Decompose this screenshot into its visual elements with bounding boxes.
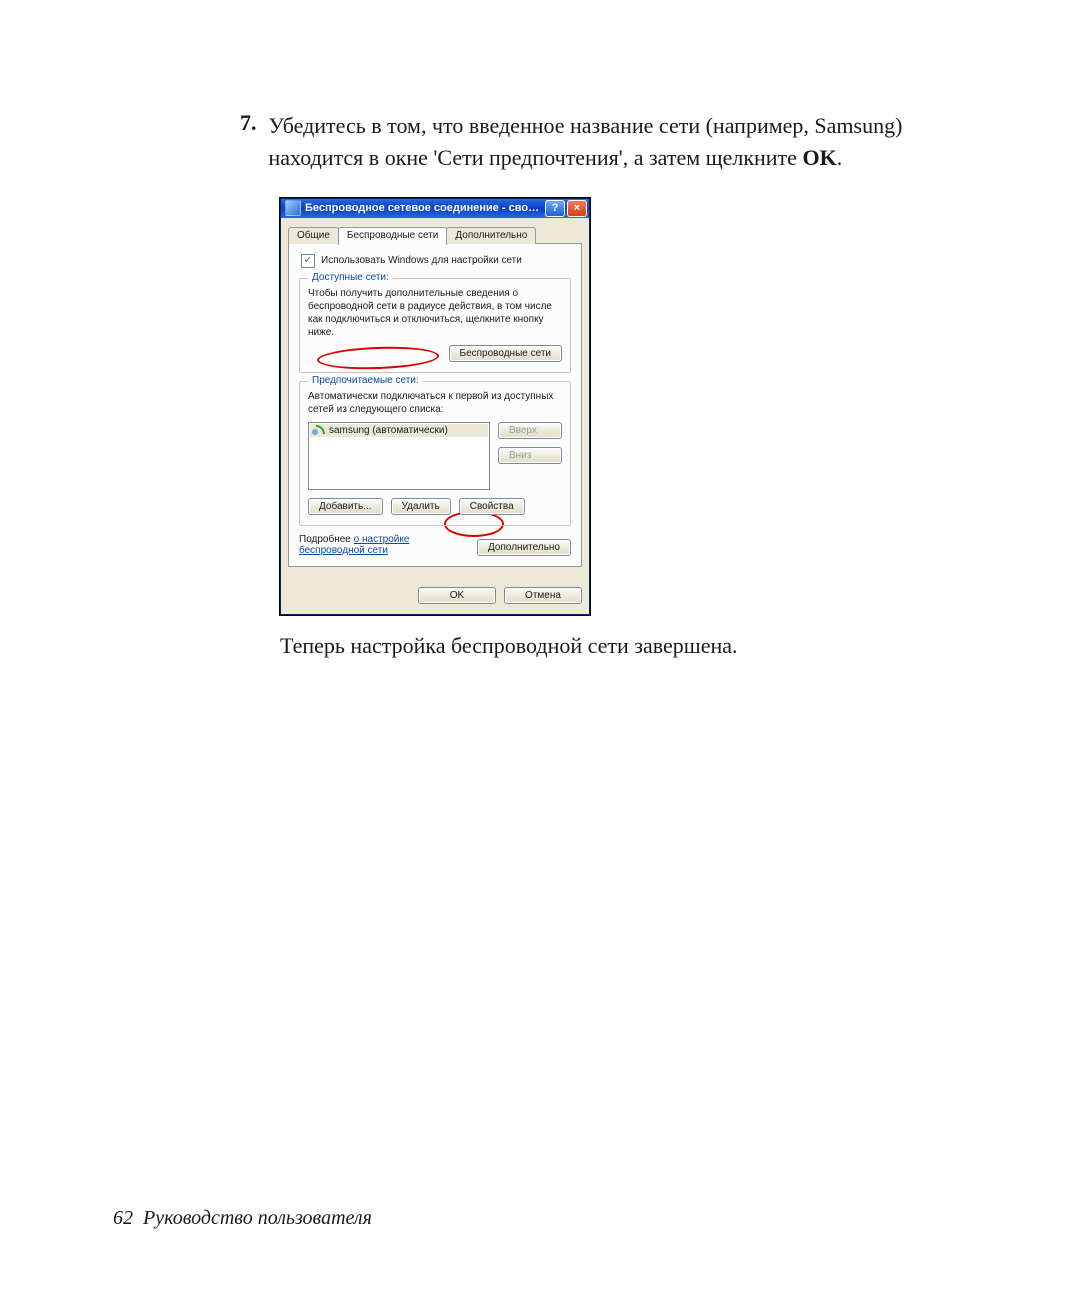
dialog-titlebar: Беспроводное сетевое соединение - свой..…: [281, 199, 589, 218]
document-page: 7. Убедитесь в том, что введенное назван…: [0, 0, 1080, 1309]
step-number: 7.: [240, 110, 257, 136]
tab-panel-wireless: ✓ Использовать Windows для настройки сет…: [288, 243, 582, 567]
move-down-button[interactable]: Вниз: [498, 447, 562, 464]
wireless-icon: [285, 200, 301, 216]
view-wireless-networks-button[interactable]: Беспроводные сети: [449, 345, 562, 362]
available-networks-fieldset: Доступные сети: Чтобы получить дополните…: [299, 278, 571, 373]
list-item-label: samsung (автоматически): [329, 425, 448, 436]
dialog-body: Общие Беспроводные сети Дополнительно ✓ …: [281, 218, 589, 577]
list-item[interactable]: samsung (автоматически): [310, 424, 488, 437]
wireless-properties-dialog: Беспроводное сетевое соединение - свой..…: [280, 198, 590, 615]
closing-text: Теперь настройка беспроводной сети завер…: [280, 633, 990, 659]
tab-advanced[interactable]: Дополнительно: [446, 227, 536, 244]
checkbox-icon[interactable]: ✓: [301, 254, 315, 268]
advanced-link-row: Подробнее о настройке беспроводной сети …: [299, 534, 571, 556]
step-text-c: .: [837, 145, 843, 170]
preferred-text: Автоматически подключаться к первой из д…: [308, 390, 562, 416]
dialog-title: Беспроводное сетевое соединение - свой..…: [305, 202, 543, 214]
cancel-button[interactable]: Отмена: [504, 587, 582, 604]
step-text: Убедитесь в том, что введенное название …: [269, 110, 991, 174]
available-text: Чтобы получить дополнительные сведения о…: [308, 287, 562, 339]
pref-action-buttons: Добавить... Удалить Свойства: [308, 498, 562, 515]
available-legend: Доступные сети:: [308, 272, 393, 283]
step-7: 7. Убедитесь в том, что введенное назван…: [240, 110, 990, 174]
footer-label: Руководство пользователя: [143, 1207, 372, 1229]
screenshot-dialog-wrap: Беспроводное сетевое соединение - свой..…: [280, 198, 990, 615]
dialog-footer: OK Отмена: [281, 577, 589, 614]
tab-general[interactable]: Общие: [288, 227, 339, 244]
learn-more-text: Подробнее о настройке беспроводной сети: [299, 534, 477, 556]
properties-button[interactable]: Свойства: [459, 498, 525, 515]
preferred-row: samsung (автоматически) Вверх Вниз: [308, 422, 562, 490]
move-buttons: Вверх Вниз: [498, 422, 562, 464]
page-number: 62: [113, 1207, 133, 1229]
move-up-button[interactable]: Вверх: [498, 422, 562, 439]
page-footer: 62 Руководство пользователя: [113, 1207, 372, 1230]
preferred-listbox[interactable]: samsung (автоматически): [308, 422, 490, 490]
remove-button[interactable]: Удалить: [391, 498, 451, 515]
use-windows-label: Использовать Windows для настройки сети: [321, 255, 522, 266]
tab-strip: Общие Беспроводные сети Дополнительно: [288, 224, 582, 244]
wifi-network-icon: [312, 425, 325, 435]
preferred-networks-fieldset: Предпочитаемые сети: Автоматически подкл…: [299, 381, 571, 526]
advanced-button[interactable]: Дополнительно: [477, 539, 571, 556]
use-windows-row[interactable]: ✓ Использовать Windows для настройки сет…: [301, 254, 571, 268]
preferred-legend: Предпочитаемые сети:: [308, 375, 423, 386]
tab-wireless[interactable]: Беспроводные сети: [338, 227, 447, 245]
add-button[interactable]: Добавить...: [308, 498, 383, 515]
ok-bold: OK: [802, 145, 836, 170]
ok-button[interactable]: OK: [418, 587, 496, 604]
titlebar-help-button[interactable]: ?: [545, 200, 565, 217]
titlebar-close-button[interactable]: ×: [567, 200, 587, 217]
